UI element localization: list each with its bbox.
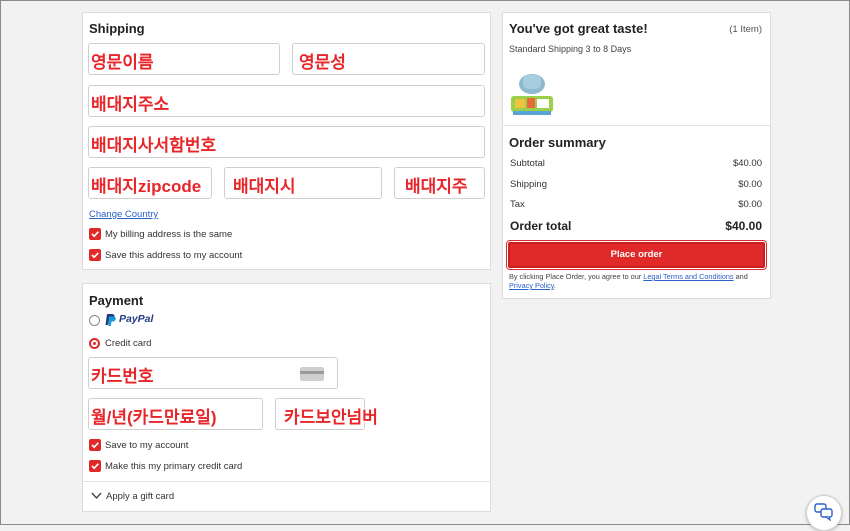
- last-name-value: 영문성: [299, 53, 346, 72]
- payment-title: Payment: [89, 293, 144, 308]
- save-address-label: Save this address to my account: [105, 250, 243, 261]
- address-value: 배대지주소: [91, 95, 170, 114]
- privacy-link[interactable]: Privacy Policy: [509, 281, 554, 290]
- check-icon: [91, 463, 99, 470]
- subtotal-value: $40.00: [732, 158, 762, 169]
- address-detail-value: 배대지사서함번호: [91, 136, 217, 155]
- city-field[interactable]: 배대지시: [224, 167, 382, 199]
- check-icon: [91, 231, 99, 238]
- paypal-label: PayPal: [119, 313, 154, 325]
- expiry-field[interactable]: 월/년(카드만료일): [88, 398, 263, 430]
- change-country-link[interactable]: Change Country: [89, 209, 158, 220]
- terms-suffix: .: [553, 281, 556, 290]
- card-icon: [300, 367, 324, 381]
- tax-value: $0.00: [738, 199, 762, 210]
- terms-and: and: [735, 272, 748, 281]
- order-total-label: Order total: [510, 219, 572, 233]
- billing-same-label: My billing address is the same: [105, 229, 233, 240]
- tax-label: Tax: [510, 199, 525, 210]
- address-detail-field[interactable]: 배대지사서함번호: [88, 126, 485, 158]
- summary-divider: [503, 125, 770, 126]
- first-name-field[interactable]: 영문이름: [88, 43, 280, 75]
- terms-text: By clicking Place Order, you agree to ou…: [509, 272, 767, 290]
- gift-card-label: Apply a gift card: [106, 491, 175, 502]
- last-name-field[interactable]: 영문성: [292, 43, 485, 75]
- zipcode-value: 배대지zipcode: [91, 177, 202, 196]
- place-order-button[interactable]: Place order: [506, 240, 767, 270]
- shipping-cost-value: $0.00: [738, 179, 762, 190]
- card-number-field[interactable]: 카드번호: [88, 357, 338, 389]
- terms-prefix: By clicking Place Order, you agree to ou…: [509, 272, 642, 281]
- order-total-value: $40.00: [725, 219, 762, 233]
- billing-same-checkbox[interactable]: [89, 228, 101, 240]
- gift-card-toggle[interactable]: Apply a gift card: [89, 489, 289, 503]
- shipping-note: Standard Shipping 3 to 8 Days: [509, 44, 632, 54]
- cvv-value: 카드보안넘버: [284, 408, 378, 427]
- save-address-checkbox[interactable]: [89, 249, 101, 261]
- first-name-value: 영문이름: [91, 53, 154, 72]
- address-field[interactable]: 배대지주소: [88, 85, 485, 117]
- subtotal-label: Subtotal: [510, 158, 545, 169]
- shipping-card: Shipping 영문이름 영문성 배대지주소 배대지사서함번호 배대지zipc…: [82, 12, 491, 270]
- chevron-down-icon: [91, 492, 102, 500]
- credit-card-radio[interactable]: [89, 338, 100, 349]
- terms-link[interactable]: Legal Terms and Conditions: [643, 272, 733, 281]
- state-field[interactable]: 배대지주: [394, 167, 485, 199]
- save-card-label: Save to my account: [105, 440, 189, 451]
- expiry-value: 월/년(카드만료일): [91, 408, 217, 427]
- shipping-title: Shipping: [89, 21, 145, 36]
- payment-card: Payment PayPal Credit card 카드번호 월/년(카드만료…: [82, 283, 491, 512]
- save-card-checkbox[interactable]: [89, 439, 101, 451]
- order-summary-card: You've got great taste! (1 Item) Standar…: [502, 12, 771, 299]
- state-value: 배대지주: [405, 177, 468, 196]
- check-icon: [91, 252, 99, 259]
- summary-title: Order summary: [509, 135, 606, 150]
- card-number-value: 카드번호: [91, 367, 154, 386]
- zipcode-field[interactable]: 배대지zipcode: [88, 167, 212, 199]
- chat-icon: [814, 503, 833, 521]
- cvv-field[interactable]: 카드보안넘버: [275, 398, 378, 430]
- item-count: (1 Item): [729, 24, 762, 35]
- gift-card-divider: [83, 481, 490, 482]
- paypal-radio[interactable]: [89, 315, 100, 326]
- check-icon: [91, 442, 99, 449]
- product-thumbnail: [511, 74, 553, 115]
- primary-card-checkbox[interactable]: [89, 460, 101, 472]
- city-value: 배대지시: [233, 177, 296, 196]
- shipping-cost-label: Shipping: [510, 179, 547, 190]
- paypal-logo-icon: [105, 314, 116, 326]
- place-order-label: Place order: [610, 249, 663, 260]
- credit-card-label: Credit card: [105, 338, 152, 349]
- primary-card-label: Make this my primary credit card: [105, 461, 243, 472]
- chat-button[interactable]: [806, 495, 842, 531]
- cart-title: You've got great taste!: [509, 21, 648, 36]
